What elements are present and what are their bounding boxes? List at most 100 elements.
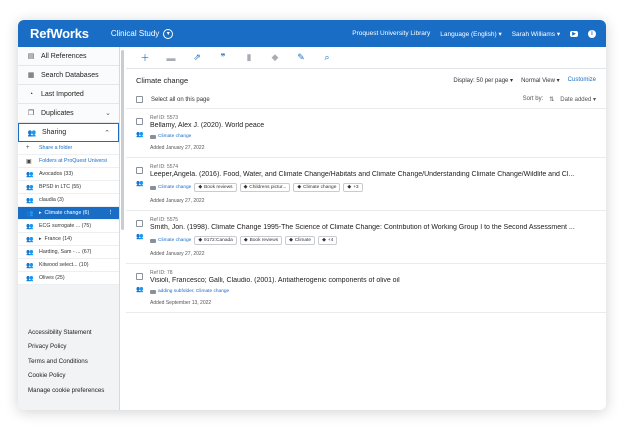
reference-checkbox[interactable] [136, 273, 143, 280]
folder-item[interactable]: 👥 Kitwood select... (10) [18, 259, 119, 272]
sidebar-item-sharing[interactable]: 👥 Sharing ⌃ [18, 123, 119, 142]
share-folder-link[interactable]: + Share a folder [18, 142, 119, 155]
folder-tag[interactable]: Climate change [150, 238, 191, 243]
folder-tag[interactable]: Climate change [150, 134, 191, 139]
per-page-select[interactable]: 50 per page ▾ [476, 78, 513, 84]
tag-icon[interactable]: ◆ [262, 52, 288, 63]
project-name: Clinical Study [110, 29, 160, 38]
language-menu[interactable]: Language (English) ▾ [440, 30, 501, 38]
page-title: Climate change [136, 75, 189, 85]
tag-icon: ◆ [243, 238, 248, 243]
reference-row[interactable]: 👥 Ref ID: 5573 Bellamy, Alex J. (2020). Wo… [126, 109, 606, 158]
help-icon[interactable]: i [588, 29, 596, 38]
reference-title[interactable]: Bellamy, Alex J. (2020). World peace [150, 122, 590, 129]
shared-people-icon: 👥 [136, 287, 144, 293]
tag-chip[interactable]: ◆ +4 [318, 236, 338, 245]
ref-id: Ref ID: 5573 [150, 115, 179, 121]
tag-row: adding subfolder, Climate change [150, 289, 596, 294]
more-options-icon[interactable]: ⋮ [108, 210, 113, 216]
view-select[interactable]: Normal View ▾ [521, 77, 560, 84]
customize-link[interactable]: Customize [568, 77, 596, 84]
reference-row[interactable]: 👥 Ref ID: 5575 Smith, Jon. (1998). Climate… [126, 211, 606, 264]
quote-icon[interactable]: ❞ [210, 52, 236, 63]
folders-at-link[interactable]: ▣ Folders at ProQuest Universi [18, 155, 119, 168]
tag-chip[interactable]: ◆ Childrens pictur... [239, 183, 291, 192]
folder-item[interactable]: 👥 ECG surrogate ... (75) [18, 220, 119, 233]
folder-tag[interactable]: Climate change [150, 185, 191, 190]
select-all-checkbox[interactable] [136, 96, 143, 103]
people-icon: 👥 [26, 184, 34, 191]
sidebar-item-all-references[interactable]: ▤ All References [18, 47, 119, 66]
tag-icon: ◆ [243, 185, 248, 190]
tag-chip[interactable]: ◆ Climate change [293, 183, 341, 192]
terms-link[interactable]: Terms and Conditions [18, 354, 120, 369]
folder-list: + Share a folder ▣ Folders at ProQuest U… [18, 142, 119, 285]
video-icon[interactable]: ▶ [570, 30, 578, 37]
sidebar-item-label: Sharing [42, 129, 67, 136]
folder-item[interactable]: 👥 Olives (25) [18, 272, 119, 285]
privacy-link[interactable]: Privacy Policy [18, 340, 120, 355]
reference-checkbox[interactable] [136, 220, 143, 227]
reference-row[interactable]: 👥 Ref ID: 78 Visioli, Francesco; Galli, Cl… [126, 264, 606, 313]
folder-item[interactable]: 👥 BPSD in LTC (55) [18, 181, 119, 194]
people-icon: 👥 [26, 262, 34, 269]
reference-title[interactable]: Leeper,Angela. (2016). Food, Water, and … [150, 171, 590, 178]
folder-item[interactable]: 👥 Harding, Sam - ... (67) [18, 246, 119, 259]
toolbar: ＋ ▬ ⇗ ❞ ▮ ◆ ✎ ⌕ [126, 47, 606, 69]
tag-chip[interactable]: ◆ Book reviews [239, 236, 283, 245]
folder-label: BPSD in LTC (55) [39, 184, 81, 190]
reference-checkbox[interactable] [136, 167, 143, 174]
search-icon[interactable]: ⌕ [314, 52, 340, 63]
share-icon[interactable]: ⇗ [184, 52, 210, 63]
tag-chip[interactable]: ◆ Book reviews [194, 183, 237, 192]
add-icon[interactable]: ＋ [132, 51, 158, 64]
accessibility-link[interactable]: Accessibility Statement [18, 325, 120, 340]
sidebar-item-search-databases[interactable]: ▦ Search Databases [18, 66, 119, 85]
expand-icon[interactable]: ▸ [39, 210, 42, 216]
user-menu[interactable]: Sarah Williams ▾ [512, 30, 560, 38]
trash-icon[interactable]: ▮ [236, 52, 262, 63]
wrench-icon[interactable]: ✎ [288, 52, 314, 63]
people-icon: 👥 [26, 249, 34, 256]
library-link[interactable]: Proquest University Library [352, 30, 430, 37]
chevron-up-icon: ⌃ [104, 129, 110, 137]
reference-list: 👥 Ref ID: 5573 Bellamy, Alex J. (2020). Wo… [126, 109, 606, 313]
folder-item-active[interactable]: 👥 ▸ Climate change (6) ⋮ [18, 207, 119, 220]
share-folder-label: Share a folder [39, 145, 73, 151]
people-icon: 👥 [26, 275, 34, 282]
folder-tag[interactable]: adding subfolder, Climate change [150, 289, 229, 294]
ref-id: Ref ID: 5574 [150, 164, 179, 170]
sidebar-item-last-imported[interactable]: ◔ Last Imported [18, 85, 119, 104]
folder-item[interactable]: 👥 claudia (3) [18, 194, 119, 207]
reference-checkbox[interactable] [136, 118, 143, 125]
tag-icon: ◆ [297, 185, 302, 190]
added-date: Added January 27, 2022 [150, 198, 205, 204]
reference-title[interactable]: Smith, Jon. (1998). Climate Change 1995-… [150, 224, 590, 231]
duplicates-icon: ❐ [27, 110, 35, 117]
cookie-policy-link[interactable]: Cookie Policy [18, 369, 120, 384]
tag-row: Climate change ◆ 9172:Canada ◆ Book reviews ◆… [150, 236, 596, 245]
sort-select[interactable]: Date added ▾ [560, 96, 596, 103]
tag-chip[interactable]: ◆ Climate [285, 236, 316, 245]
cookie-preferences-link[interactable]: Manage cookie preferences [18, 383, 120, 398]
sidebar-item-label: All References [41, 52, 87, 60]
tag-icon: ◆ [347, 185, 352, 190]
footer-links: Accessibility Statement Privacy Policy T… [18, 325, 120, 398]
people-icon: 👥 [26, 210, 34, 217]
folder-item[interactable]: 👥 ▸ France (14) [18, 233, 119, 246]
folder-item[interactable]: 👥 Avocados (33) [18, 168, 119, 181]
folder-icon [150, 185, 156, 190]
folder-tag-label: Climate change [158, 185, 192, 190]
chevron-down-icon: ▾ [163, 28, 174, 39]
sidebar-scrollbar[interactable] [121, 50, 124, 230]
expand-icon[interactable]: ▸ [39, 236, 42, 242]
reference-title[interactable]: Visioli, Francesco; Galli, Claudio. (200… [150, 277, 590, 284]
project-selector[interactable]: Clinical Study ▾ [110, 28, 174, 39]
folder-label: Avocados (33) [39, 171, 74, 177]
reference-row[interactable]: 👥 Ref ID: 5574 Leeper,Angela. (2016). Food… [126, 158, 606, 211]
folder-label: Kitwood select... (10) [39, 262, 89, 268]
folder-icon[interactable]: ▬ [158, 53, 184, 63]
tag-chip[interactable]: ◆ 9172:Canada [194, 236, 237, 245]
sidebar-item-duplicates[interactable]: ❐ Duplicates ⌄ [18, 104, 119, 123]
tag-chip[interactable]: ◆ +3 [343, 183, 363, 192]
